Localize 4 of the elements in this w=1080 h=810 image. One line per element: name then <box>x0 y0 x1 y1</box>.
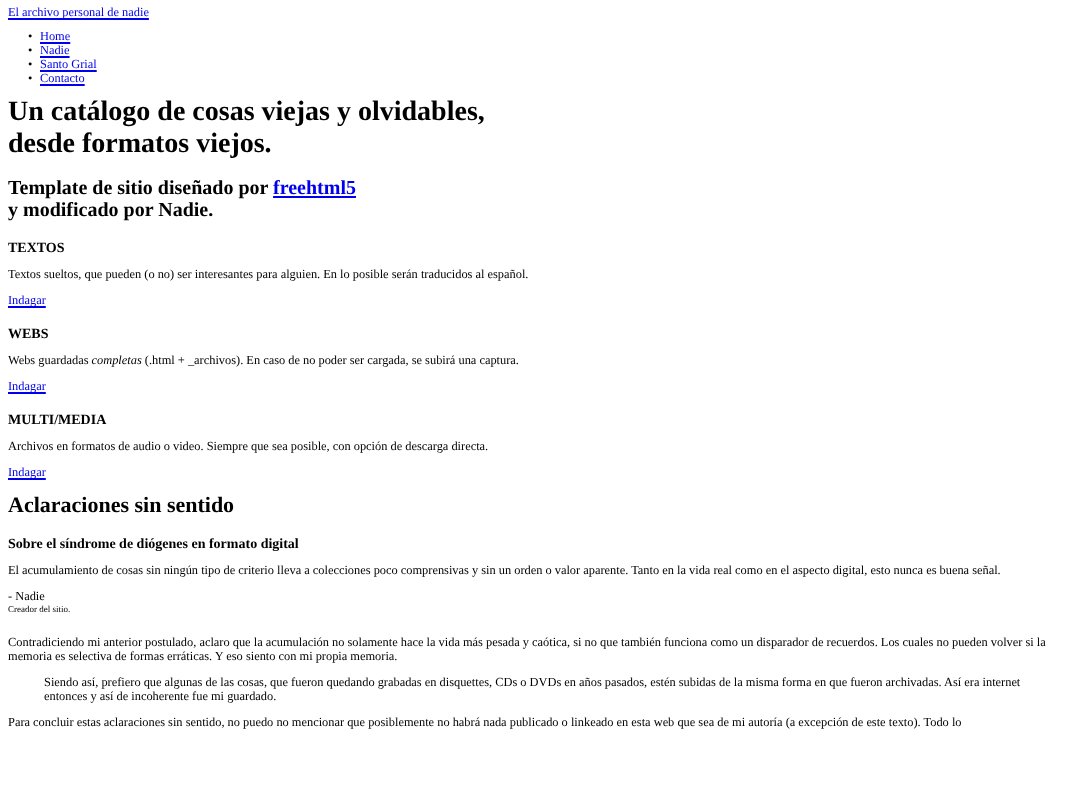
page-headline: Un catálogo de cosas viejas y olvidables, desde formatos viejos. <box>8 98 487 162</box>
notes-heading: Aclaraciones sin sentido <box>8 494 237 518</box>
credit-link[interactable]: freehtml5 <box>273 178 356 200</box>
credit-heading: Template de sitio diseñado por freehtml5 y modificado por Nadie. <box>8 178 358 222</box>
